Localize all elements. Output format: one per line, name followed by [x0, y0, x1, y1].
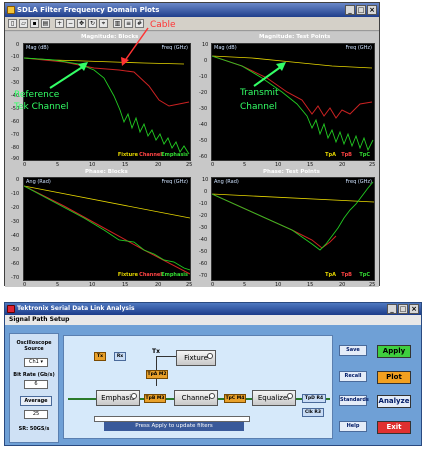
- reference-arrow: [49, 65, 85, 89]
- status-text: Press Apply to update filters: [104, 422, 244, 431]
- channel-annotation: Channel: [240, 102, 277, 112]
- help-button[interactable]: Help: [339, 421, 367, 432]
- tx-button[interactable]: Tx: [94, 352, 106, 361]
- clk-r3-tag[interactable]: Clk R3: [302, 408, 324, 417]
- fixture-radio[interactable]: [207, 353, 213, 359]
- source-select[interactable]: Ch1 ▾: [24, 358, 48, 367]
- cable-arrowhead: [121, 57, 129, 66]
- annotation-arrows: [49, 27, 286, 89]
- equalizer-radio[interactable]: [287, 393, 293, 399]
- bitrate-input[interactable]: 6: [24, 380, 48, 389]
- plot-button[interactable]: Plot: [377, 371, 411, 384]
- transmit-annotation: Transmit: [240, 88, 279, 98]
- source-label: Oscilloscope Source: [16, 340, 52, 352]
- scope-settings-panel: Oscilloscope Source Ch1 ▾ Bit Rate (Gb/s…: [9, 333, 59, 443]
- rx-button[interactable]: Rx: [114, 352, 126, 361]
- exit-button[interactable]: Exit: [377, 421, 411, 434]
- standards-button[interactable]: Standards: [339, 395, 369, 406]
- transmit-arrow: [253, 65, 283, 87]
- average-input[interactable]: 25: [24, 410, 48, 419]
- cable-arrow: [123, 27, 149, 63]
- analyze-button[interactable]: Analyze: [377, 395, 411, 408]
- window2-title-bar: Tektronix Serial Data Link Analysis _ □ …: [5, 303, 421, 315]
- equalizer-label: Equalizer: [257, 394, 291, 402]
- reference-annotation: Reference: [14, 90, 60, 100]
- fixture-block[interactable]: Fixture: [176, 350, 216, 366]
- fixture-label: Fixture: [184, 354, 208, 362]
- serial-data-link-window: Tektronix Serial Data Link Analysis _ □ …: [4, 302, 422, 446]
- window2-title: Tektronix Serial Data Link Analysis: [17, 305, 135, 312]
- close-icon[interactable]: ×: [409, 304, 419, 314]
- channel-block[interactable]: Channel: [174, 390, 218, 406]
- cable-annotation: Cable: [150, 20, 176, 30]
- apply-button[interactable]: Apply: [377, 345, 411, 358]
- average-button[interactable]: Average: [20, 396, 52, 406]
- bitrate-label: Bit Rate (Gb/s): [13, 372, 55, 378]
- tektronix-icon: [7, 305, 15, 313]
- tx-label: Tx: [152, 348, 160, 355]
- emphasis-radio[interactable]: [131, 393, 137, 399]
- tpa-m2-tag[interactable]: TpA M2: [146, 370, 168, 379]
- save-button[interactable]: Save: [339, 345, 367, 356]
- maximize-icon[interactable]: □: [398, 304, 408, 314]
- signal-path-diagram: Tx Rx Tx Fixture TpA M2 Emphasis TpB M3 …: [63, 335, 333, 439]
- sample-rate-text: SR: 50GS/s: [18, 426, 50, 432]
- recall-button[interactable]: Recall: [339, 371, 367, 382]
- equalizer-block[interactable]: Equalizer: [252, 390, 296, 406]
- section-header: Signal Path Setup: [5, 315, 421, 325]
- channel-radio[interactable]: [209, 393, 215, 399]
- tpb-m3-tag[interactable]: TpB M3: [144, 394, 166, 403]
- emphasis-block[interactable]: Emphasis: [96, 390, 140, 406]
- channel-label: Channel: [181, 394, 211, 402]
- tpd-r4-tag[interactable]: TpD R4: [302, 394, 326, 403]
- fixture-connector: [156, 356, 176, 357]
- chevron-down-icon: ▾: [40, 359, 43, 365]
- tek-channel-annotation: Tek Channel: [14, 102, 69, 112]
- source-value: Ch1: [29, 359, 39, 365]
- minimize-icon[interactable]: _: [387, 304, 397, 314]
- tpc-m4-tag[interactable]: TpC M4: [224, 394, 246, 403]
- emphasis-label: Emphasis: [101, 394, 135, 402]
